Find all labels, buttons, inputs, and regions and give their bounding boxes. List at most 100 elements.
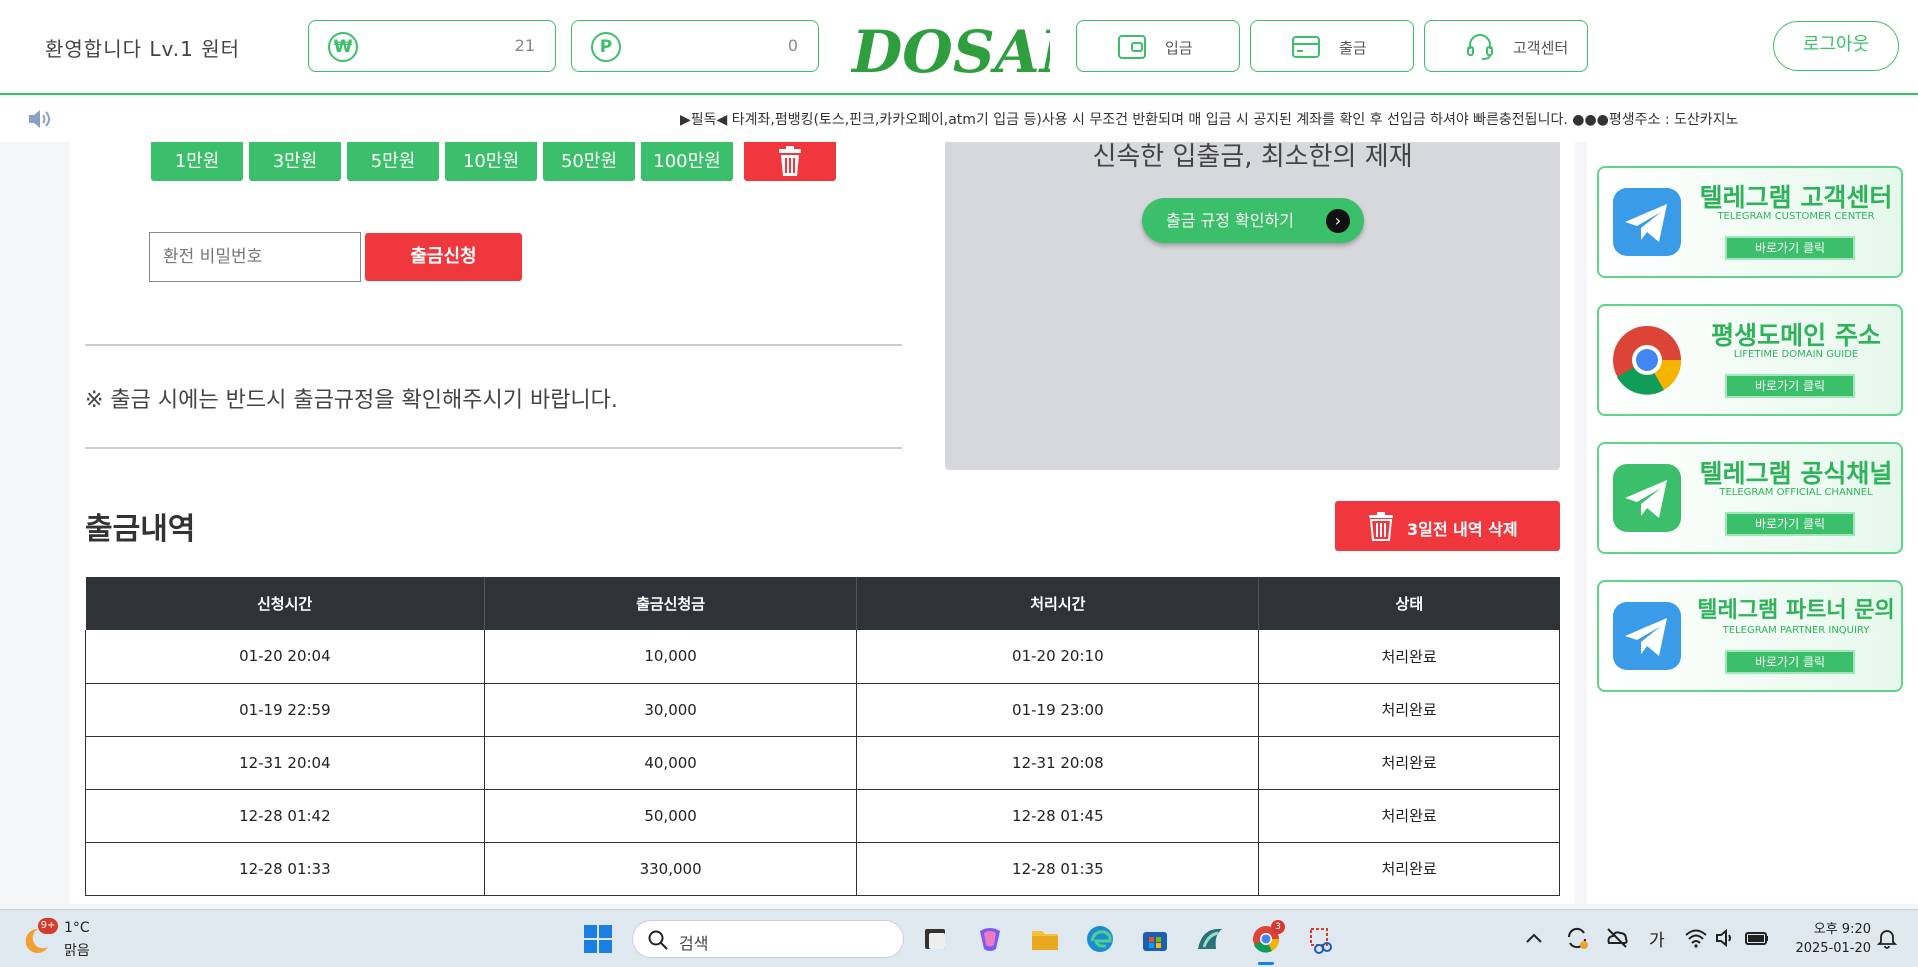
divider	[85, 447, 902, 449]
chevron-up-icon[interactable]	[1522, 927, 1546, 951]
support-button[interactable]: 고객센터	[1424, 20, 1588, 72]
telegram-icon	[1613, 188, 1681, 256]
amount-button-500000[interactable]: 50만원	[543, 142, 635, 181]
store-icon[interactable]	[1139, 923, 1171, 955]
amount-button-100000[interactable]: 10만원	[445, 142, 537, 181]
withdraw-password-input[interactable]: 환전 비밀번호	[149, 232, 361, 282]
welcome-text: 환영합니다 Lv.1 원터	[45, 37, 241, 61]
edge-icon[interactable]	[1084, 923, 1116, 955]
deposit-button[interactable]: 입금	[1076, 20, 1240, 72]
onedrive-off-icon[interactable]	[1604, 925, 1630, 951]
amount-button-1000000[interactable]: 100만원	[641, 142, 733, 181]
taskbar-clock[interactable]: 오후 9:20 2025-01-20	[1787, 920, 1871, 958]
banner-title: 텔레그램 파트너 문의	[1697, 598, 1895, 623]
withdraw-button[interactable]: 출금	[1250, 20, 1414, 72]
file-explorer-icon[interactable]	[1029, 923, 1061, 955]
amount-button-30000[interactable]: 3만원	[249, 142, 341, 181]
sync-icon[interactable]	[1564, 925, 1590, 951]
delete-history-button[interactable]: 3일전 내역 삭제	[1335, 501, 1560, 551]
point-balance: P 0	[571, 20, 819, 72]
table-cell: 12-28 01:35	[856, 842, 1260, 896]
app-icon[interactable]	[1194, 923, 1226, 955]
logout-button[interactable]: 로그아웃	[1773, 21, 1899, 71]
banner-telegram-partner[interactable]: 텔레그램 파트너 문의 TELEGRAM PARTNER INQUIRY 바로가…	[1597, 580, 1903, 692]
table-cell: 01-19 23:00	[856, 683, 1260, 737]
table-cell: 330,000	[483, 842, 858, 896]
chrome-badge: 3	[1271, 920, 1285, 934]
withdraw-rules-button[interactable]: 출금 규정 확인하기 ›	[1142, 198, 1364, 243]
weather-badge: 9+	[38, 918, 58, 934]
table-cell: 처리완료	[1258, 630, 1560, 684]
table-cell: 처리완료	[1258, 683, 1560, 737]
reset-amount-button[interactable]	[744, 142, 836, 181]
windows-taskbar: 9+ 1°C 맑음 검색 3 가 오후 9:20 2025-01-20	[0, 909, 1918, 967]
table-row: 12-28 01:33 330,000 12-28 01:35 처리완료	[85, 842, 1560, 896]
banner-go-button[interactable]: 바로가기 클릭	[1725, 374, 1855, 398]
point-value: 0	[787, 36, 798, 55]
wifi-icon[interactable]	[1684, 926, 1708, 950]
withdraw-label: 출금	[1339, 39, 1367, 57]
trash-icon	[1369, 512, 1393, 541]
dosan-logo[interactable]: DOSAN	[850, 8, 1050, 80]
banner-go-button[interactable]: 바로가기 클릭	[1725, 236, 1855, 260]
money-balance: ₩ 21	[308, 20, 556, 72]
support-label: 고객센터	[1513, 39, 1569, 57]
right-sidebar: 텔레그램 고객센터 TELEGRAM CUSTOMER CENTER 바로가기 …	[1587, 142, 1918, 904]
chevron-right-icon: ›	[1326, 209, 1350, 233]
banner-title: 텔레그램 고객센터	[1699, 183, 1893, 212]
weather-temperature[interactable]: 1°C	[64, 920, 90, 936]
table-cell: 01-20 20:10	[856, 630, 1260, 684]
banner-lifetime-domain[interactable]: 평생도메인 주소 LIFETIME DOMAIN GUIDE 바로가기 클릭	[1597, 304, 1903, 416]
banner-telegram-channel[interactable]: 텔레그램 공식채널 TELEGRAM OFFICIAL CHANNEL 바로가기…	[1597, 442, 1903, 554]
banner-title: 텔레그램 공식채널	[1699, 459, 1893, 488]
won-icon: ₩	[328, 32, 358, 62]
table-cell: 12-28 01:42	[85, 789, 485, 843]
table-cell: 처리완료	[1258, 789, 1560, 843]
speaker-icon[interactable]	[26, 107, 54, 131]
amount-button-50000[interactable]: 5만원	[347, 142, 439, 181]
trash-icon	[779, 146, 801, 176]
weather-condition[interactable]: 맑음	[64, 940, 90, 960]
windows-start-icon[interactable]	[583, 924, 613, 954]
active-app-indicator	[1258, 962, 1274, 965]
clock-time: 오후 9:20	[1813, 922, 1871, 937]
history-title: 출금내역	[85, 512, 196, 547]
battery-icon[interactable]	[1744, 926, 1770, 950]
table-cell: 12-28 01:33	[85, 842, 485, 896]
taskbar-search[interactable]: 검색	[632, 920, 904, 958]
column-header: 신청시간	[85, 577, 485, 630]
column-header: 처리시간	[856, 577, 1260, 630]
withdraw-panel: 1만원 3만원 5만원 10만원 50만원 100만원 환전 비밀번호 출금신청…	[70, 142, 1575, 904]
copilot-icon[interactable]	[974, 923, 1006, 955]
withdraw-apply-button[interactable]: 출금신청	[365, 233, 522, 281]
banner-go-button[interactable]: 바로가기 클릭	[1725, 650, 1855, 674]
withdraw-promo-box: 신속한 입출금, 최소한의 제재 출금 규정 확인하기 ›	[945, 142, 1560, 470]
logo-wordmark: DOSAN	[850, 18, 1050, 80]
table-row: 01-20 20:04 10,000 01-20 20:10 처리완료	[85, 630, 1560, 684]
notice-marquee: ▶필독◀ 타계좌,펌뱅킹(토스,핀크,카카오페이,atm기 입금 등)사용 시 …	[680, 112, 1739, 128]
ime-indicator[interactable]: 가	[1649, 926, 1665, 951]
search-icon	[648, 930, 668, 950]
table-cell: 12-31 20:04	[85, 736, 485, 790]
point-icon: P	[591, 32, 621, 62]
column-header: 출금신청금	[484, 577, 858, 630]
banner-subtitle: TELEGRAM OFFICIAL CHANNEL	[1719, 487, 1873, 498]
table-row: 12-31 20:04 40,000 12-31 20:08 처리완료	[85, 736, 1560, 790]
withdraw-rule-note: ※ 출금 시에는 반드시 출금규정을 확인해주시기 바랍니다.	[85, 388, 618, 413]
amount-button-10000[interactable]: 1만원	[151, 142, 243, 181]
volume-icon[interactable]	[1714, 926, 1738, 950]
divider	[85, 344, 902, 346]
top-header: 환영합니다 Lv.1 원터 ₩ 21 P 0 DOSAN 입금 출금 고객	[0, 0, 1918, 95]
table-cell: 01-19 22:59	[85, 683, 485, 737]
banner-go-button[interactable]: 바로가기 클릭	[1725, 512, 1855, 536]
headset-icon	[1467, 34, 1493, 60]
telegram-icon	[1613, 602, 1681, 670]
table-cell: 50,000	[483, 789, 858, 843]
task-view-icon[interactable]	[919, 923, 951, 955]
table-header-row: 신청시간 출금신청금 처리시간 상태	[85, 577, 1560, 630]
snipping-tool-icon[interactable]	[1305, 923, 1337, 955]
banner-telegram-support[interactable]: 텔레그램 고객센터 TELEGRAM CUSTOMER CENTER 바로가기 …	[1597, 166, 1903, 278]
notification-bell-icon[interactable]	[1876, 927, 1898, 949]
table-row: 12-28 01:42 50,000 12-28 01:45 처리완료	[85, 789, 1560, 843]
withdraw-history-table: 신청시간 출금신청금 처리시간 상태 01-20 20:04 10,000 01…	[85, 577, 1560, 896]
